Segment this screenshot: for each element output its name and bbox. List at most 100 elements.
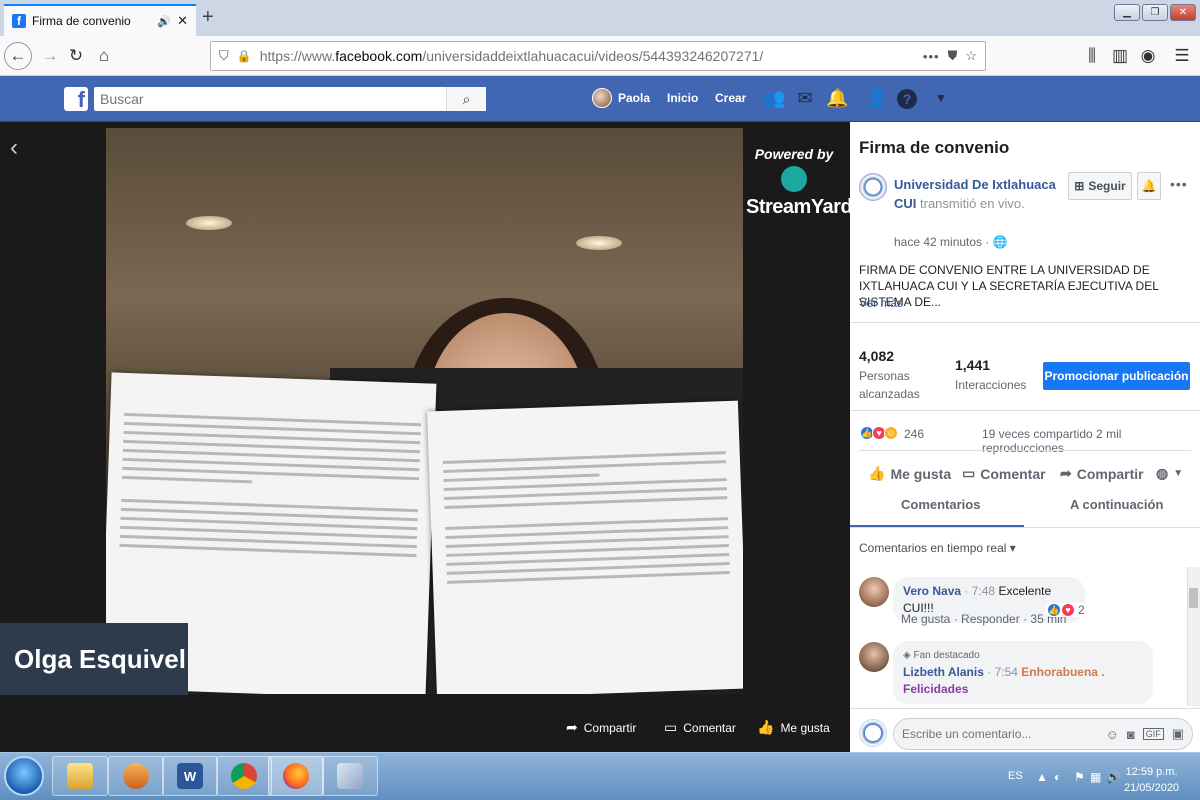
video-comment-label: Comentar bbox=[683, 720, 736, 735]
minimize-window-button[interactable]: ▁ bbox=[1114, 4, 1140, 21]
sticker-icon[interactable]: ▣ bbox=[1172, 726, 1184, 742]
video-like-button[interactable]: 👍 Me gusta bbox=[757, 719, 830, 736]
sidebar-icon[interactable]: ▥ bbox=[1108, 44, 1132, 68]
system-clock[interactable]: 12:59 p.m. 21/05/2020 bbox=[1124, 764, 1179, 796]
lock-icon[interactable]: 🔒 bbox=[237, 49, 252, 63]
reload-icon[interactable]: ↻ bbox=[64, 44, 88, 68]
new-tab-button[interactable]: + bbox=[202, 6, 214, 29]
tray-app-icon[interactable]: ◐ bbox=[1054, 770, 1061, 784]
page-actions-icon[interactable]: ••• bbox=[923, 49, 940, 64]
network-icon[interactable]: ▦ bbox=[1090, 770, 1101, 784]
scrollbar-thumb[interactable] bbox=[1189, 588, 1198, 608]
comment-input[interactable] bbox=[902, 727, 1098, 741]
flag-icon[interactable]: ⚑ bbox=[1074, 770, 1085, 784]
forward-arrow-icon[interactable]: → bbox=[38, 44, 62, 68]
user-avatar[interactable] bbox=[592, 88, 612, 108]
comment-time[interactable]: 7:54 bbox=[995, 665, 1018, 679]
tab-up-next[interactable]: A continuación bbox=[1070, 497, 1163, 512]
paint-icon bbox=[337, 763, 363, 789]
menu-icon[interactable]: ☰ bbox=[1170, 44, 1194, 68]
search-icon[interactable]: ⌕ bbox=[446, 87, 486, 111]
post-timestamp[interactable]: hace 42 minutos · 🌐 bbox=[894, 235, 1008, 249]
library-icon[interactable]: ⫼ bbox=[1080, 44, 1104, 68]
facebook-logo-icon[interactable]: f bbox=[64, 87, 88, 111]
care-reaction-icon[interactable]: ☺ bbox=[884, 426, 898, 440]
start-button[interactable] bbox=[4, 756, 44, 796]
see-more-link[interactable]: Ver más bbox=[859, 296, 903, 310]
nav-home-link[interactable]: Inicio bbox=[667, 91, 698, 105]
video-frame[interactable] bbox=[106, 128, 743, 694]
comment-meta[interactable]: Me gusta · Responder · 35 min bbox=[901, 612, 1066, 626]
post-title: Firma de convenio bbox=[859, 138, 1010, 157]
previous-chevron-icon[interactable]: ‹ bbox=[10, 134, 18, 162]
account-dropdown-icon[interactable]: ▼ bbox=[930, 91, 952, 105]
restore-window-button[interactable]: ❐ bbox=[1142, 4, 1168, 21]
help-icon[interactable]: ? bbox=[897, 89, 917, 109]
taskbar-paint[interactable] bbox=[322, 756, 378, 796]
post-share-button[interactable]: ➦ Compartir bbox=[1060, 465, 1144, 482]
browser-tab[interactable]: f Firma de convenio 🔊 ✕ bbox=[4, 4, 196, 36]
language-indicator[interactable]: ES bbox=[1008, 770, 1023, 782]
post-as-selector[interactable]: ◍ ▼ bbox=[1156, 465, 1183, 482]
taskbar-firefox[interactable] bbox=[268, 756, 324, 796]
comment-sort-dropdown[interactable]: Comentarios en tiempo real ▾ bbox=[859, 541, 1016, 555]
love-reaction-icon: ♥ bbox=[1061, 603, 1075, 617]
gif-icon[interactable]: GIF bbox=[1142, 728, 1164, 740]
reactions-count[interactable]: 246 bbox=[904, 427, 924, 441]
browser-nav-bar: ← → ↻ ⌂ ⛉ 🔒 https://www.facebook.com/uni… bbox=[0, 36, 1200, 76]
comment-time[interactable]: 7:48 bbox=[972, 584, 995, 598]
comment-author[interactable]: Vero Nava bbox=[903, 584, 961, 598]
composer-avatar[interactable] bbox=[859, 719, 887, 747]
notifications-bell-icon[interactable]: 🔔 bbox=[826, 88, 848, 109]
post-comment-button[interactable]: ▭ Comentar bbox=[962, 465, 1046, 482]
chevron-down-icon: ▼ bbox=[1173, 468, 1184, 479]
tab-comments[interactable]: Comentarios bbox=[901, 497, 980, 512]
video-share-button[interactable]: ➦ Compartir bbox=[566, 719, 636, 736]
nav-create-link[interactable]: Crear bbox=[715, 91, 746, 105]
camera-icon[interactable]: ◙ bbox=[1127, 727, 1135, 742]
volume-icon[interactable]: 🔊 bbox=[1106, 770, 1121, 784]
emoji-icon[interactable]: ☺ bbox=[1106, 727, 1119, 742]
video-comment-button[interactable]: ▭ Comentar bbox=[664, 719, 736, 736]
bookmark-star-icon[interactable]: ☆ bbox=[965, 48, 977, 64]
search-box[interactable]: ⌕ bbox=[94, 87, 486, 111]
pocket-icon[interactable]: ⛊ bbox=[948, 48, 958, 64]
facebook-favicon-icon: f bbox=[12, 14, 26, 28]
interactions-count: 1,441 bbox=[955, 357, 991, 373]
friends-icon[interactable]: 👥 bbox=[763, 88, 785, 109]
account-icon[interactable]: ◉ bbox=[1136, 44, 1160, 68]
comment-reactions[interactable]: 👍 ♥ 2 bbox=[1045, 603, 1087, 617]
taskbar-word[interactable]: W bbox=[162, 756, 218, 796]
profile-link[interactable]: Paola bbox=[618, 91, 650, 105]
clock-date: 21/05/2020 bbox=[1124, 782, 1180, 794]
taskbar-explorer[interactable] bbox=[52, 756, 108, 796]
divider bbox=[850, 322, 1200, 323]
messenger-icon[interactable]: ✉ bbox=[794, 88, 816, 109]
university-logo-avatar[interactable] bbox=[859, 173, 887, 201]
comment-composer[interactable]: ☺ ◙ GIF ▣ bbox=[893, 718, 1193, 750]
url-bar[interactable]: ⛉ 🔒 https://www.facebook.com/universidad… bbox=[210, 41, 986, 71]
speaker-icon[interactable]: 🔊 bbox=[157, 15, 171, 28]
taskbar-chrome[interactable] bbox=[216, 756, 272, 796]
back-arrow-icon[interactable]: ← bbox=[4, 42, 32, 70]
close-window-button[interactable]: ✕ bbox=[1170, 4, 1196, 21]
home-icon[interactable]: ⌂ bbox=[92, 44, 116, 68]
taskbar-media-player[interactable] bbox=[108, 756, 164, 796]
post-like-button[interactable]: 👍 Me gusta bbox=[868, 465, 951, 482]
follow-button[interactable]: ⊞ Seguir bbox=[1068, 172, 1132, 200]
close-tab-icon[interactable]: ✕ bbox=[177, 13, 188, 29]
firefox-icon bbox=[283, 763, 309, 789]
show-hidden-icons-icon[interactable]: ▲ bbox=[1036, 770, 1048, 784]
more-options-icon[interactable]: ••• bbox=[1170, 176, 1188, 192]
search-input[interactable] bbox=[94, 91, 446, 107]
quick-help-icon[interactable]: 👤 bbox=[866, 88, 888, 109]
url-text[interactable]: https://www.facebook.com/universidaddeix… bbox=[260, 48, 915, 64]
post-notifications-bell-icon[interactable]: 🔔 bbox=[1137, 172, 1161, 200]
shield-icon[interactable]: ⛉ bbox=[219, 48, 229, 64]
promote-post-button[interactable]: Promocionar publicación bbox=[1043, 362, 1190, 390]
like-reaction-icon: 👍 bbox=[1047, 603, 1061, 617]
comment-author[interactable]: Lizbeth Alanis bbox=[903, 665, 984, 679]
commenter-avatar[interactable] bbox=[859, 577, 889, 607]
powered-by-text: Powered by bbox=[754, 146, 834, 162]
commenter-avatar[interactable] bbox=[859, 642, 889, 672]
